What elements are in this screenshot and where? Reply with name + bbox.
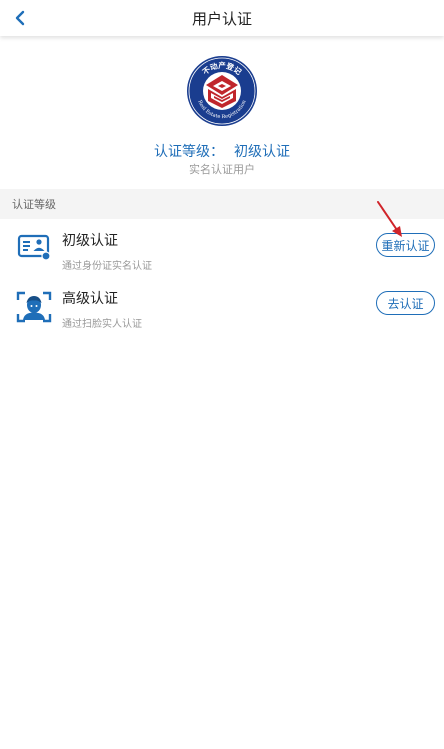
list-item-basic-certification: 初级认证 通过身份证实名认证 重新认证 xyxy=(0,220,444,280)
item-title: 初级认证 xyxy=(62,233,118,249)
chevron-left-icon xyxy=(15,10,25,26)
real-estate-registration-emblem: 不动产登记 Real Estate Registration xyxy=(187,56,257,126)
section-header: 认证等级 xyxy=(0,189,444,219)
page-title: 用户认证 xyxy=(191,9,252,28)
item-description: 通过身份证实名认证 xyxy=(62,261,152,272)
recertify-button[interactable]: 重新认证 xyxy=(376,233,435,257)
back-button[interactable] xyxy=(6,4,34,32)
item-title: 高级认证 xyxy=(62,291,118,307)
item-description: 通过扫脸实人认证 xyxy=(62,319,142,330)
section-title: 认证等级 xyxy=(12,198,56,211)
level-value: 初级认证 xyxy=(234,144,290,160)
certification-level: 认证等级： 初级认证 xyxy=(0,141,444,161)
start-certification-button[interactable]: 去认证 xyxy=(376,291,435,315)
level-subtitle: 实名认证用户 xyxy=(189,163,255,176)
list-item-advanced-certification: 高级认证 通过扫脸实人认证 去认证 xyxy=(0,280,444,340)
face-scan-icon xyxy=(16,291,52,323)
level-label: 认证等级： xyxy=(154,144,224,160)
top-bar: 用户认证 xyxy=(0,0,444,36)
id-card-icon xyxy=(17,234,51,261)
